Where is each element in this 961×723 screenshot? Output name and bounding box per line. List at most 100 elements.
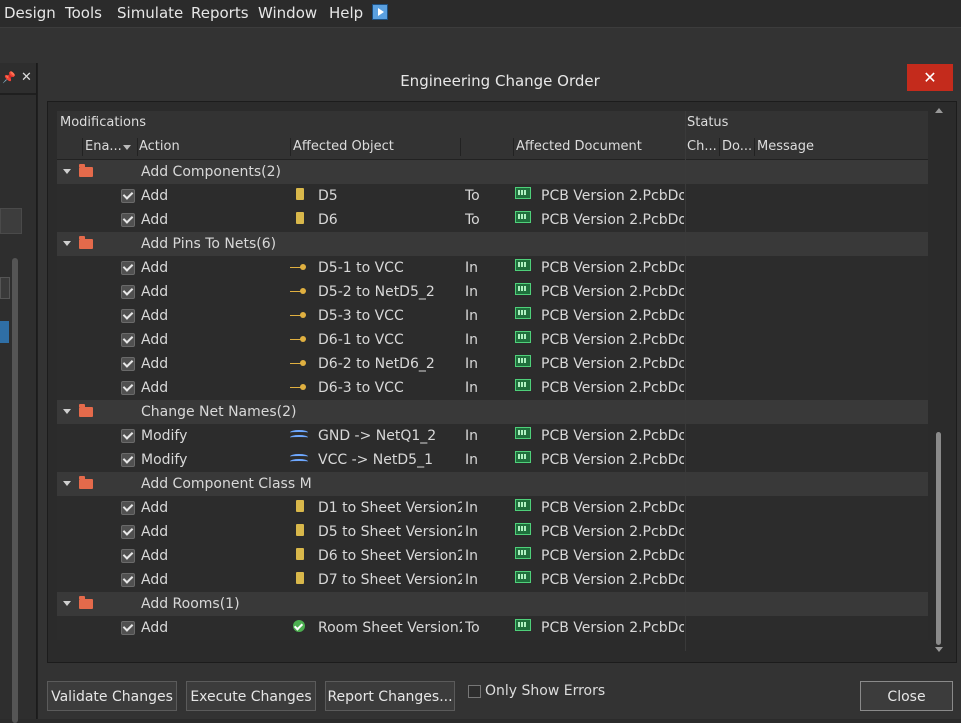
pcb-document-icon bbox=[515, 307, 531, 319]
affected-object-cell: D5-3 to VCC bbox=[318, 308, 404, 324]
pin-icon bbox=[290, 312, 306, 318]
column-separator[interactable] bbox=[460, 138, 461, 156]
close-icon[interactable]: ✕ bbox=[21, 70, 32, 85]
close-button[interactable]: Close bbox=[860, 681, 953, 711]
change-row[interactable]: Add D6-2 to NetD6_2 In PCB Version 2.PcbDoc bbox=[57, 352, 928, 376]
col-header-done[interactable]: Do... bbox=[722, 135, 754, 159]
col-header-affected-object[interactable]: Affected Object bbox=[293, 135, 453, 159]
enable-checkbox[interactable] bbox=[121, 453, 135, 467]
menu-design[interactable]: Design bbox=[4, 4, 56, 22]
column-separator[interactable] bbox=[754, 138, 755, 156]
collapse-triangle-icon[interactable] bbox=[63, 169, 71, 174]
column-separator[interactable] bbox=[137, 138, 138, 156]
panel-scrollbar[interactable] bbox=[12, 258, 18, 723]
change-row[interactable]: Add Room Sheet Version2 (STo PCB Version 2… bbox=[57, 616, 928, 640]
change-row[interactable]: Add D7 to Sheet Version2 In PCB Version 2.P… bbox=[57, 568, 928, 592]
group-row[interactable]: Add Pins To Nets(6) bbox=[57, 232, 928, 256]
change-row[interactable]: Add D5-2 to NetD5_2 In PCB Version 2.PcbDoc bbox=[57, 280, 928, 304]
scroll-down-arrow-icon[interactable] bbox=[935, 647, 943, 652]
change-row[interactable]: Modify VCC -> NetD5_1 In PCB Version 2.PcbD… bbox=[57, 448, 928, 472]
enable-checkbox[interactable] bbox=[121, 261, 135, 275]
sort-chevron-icon[interactable] bbox=[123, 145, 131, 150]
enable-checkbox[interactable] bbox=[121, 549, 135, 563]
panel-button[interactable] bbox=[0, 208, 22, 234]
room-icon bbox=[293, 620, 305, 632]
enable-checkbox[interactable] bbox=[121, 189, 135, 203]
enable-checkbox[interactable] bbox=[121, 621, 135, 635]
enable-checkbox[interactable] bbox=[121, 573, 135, 587]
panel-divider bbox=[0, 93, 36, 95]
pin-icon bbox=[290, 264, 306, 270]
scroll-up-arrow-icon[interactable] bbox=[935, 108, 943, 113]
execute-changes-button[interactable]: Execute Changes bbox=[186, 681, 316, 711]
panel-selected-item[interactable] bbox=[0, 321, 9, 343]
group-label: Add Rooms(1) bbox=[141, 596, 240, 612]
col-header-check[interactable]: Ch... bbox=[687, 135, 719, 159]
enable-checkbox[interactable] bbox=[121, 429, 135, 443]
pcb-document-icon bbox=[515, 259, 531, 271]
vertical-scrollbar[interactable] bbox=[931, 106, 947, 656]
column-separator[interactable] bbox=[719, 138, 720, 156]
column-separator[interactable] bbox=[513, 138, 514, 156]
group-row[interactable]: Add Rooms(1) bbox=[57, 592, 928, 616]
change-row[interactable]: Add D6 To PCB Version 2.PcbDoc bbox=[57, 208, 928, 232]
change-row[interactable]: Add D5-3 to VCC In PCB Version 2.PcbDoc bbox=[57, 304, 928, 328]
change-row[interactable]: Add D6 to Sheet Version2 In PCB Version 2.P… bbox=[57, 544, 928, 568]
validate-changes-button[interactable]: Validate Changes bbox=[47, 681, 177, 711]
column-separator[interactable] bbox=[290, 138, 291, 156]
col-header-action[interactable]: Action bbox=[139, 135, 279, 159]
component-icon bbox=[293, 548, 307, 560]
group-row[interactable]: Add Components(2) bbox=[57, 160, 928, 184]
affected-document-cell: PCB Version 2.PcbDoc bbox=[541, 308, 684, 324]
direction-cell: To bbox=[465, 188, 480, 204]
collapse-triangle-icon[interactable] bbox=[63, 241, 71, 246]
action-cell: Add bbox=[141, 524, 169, 540]
engineering-change-order-dialog: Engineering Change Order ✕ Modifications… bbox=[37, 63, 961, 719]
group-label: Add Components(2) bbox=[141, 164, 281, 180]
enable-checkbox[interactable] bbox=[121, 501, 135, 515]
direction-cell: In bbox=[465, 284, 479, 300]
affected-document-cell: PCB Version 2.PcbDoc bbox=[541, 524, 684, 540]
collapse-triangle-icon[interactable] bbox=[63, 481, 71, 486]
enable-checkbox[interactable] bbox=[121, 357, 135, 371]
folder-icon bbox=[79, 596, 93, 609]
change-row[interactable]: Add D5 to Sheet Version2 In PCB Version 2.P… bbox=[57, 520, 928, 544]
change-row[interactable]: Add D1 to Sheet Version2 In PCB Version 2.P… bbox=[57, 496, 928, 520]
collapse-triangle-icon[interactable] bbox=[63, 409, 71, 414]
change-row[interactable]: Add D5 To PCB Version 2.PcbDoc bbox=[57, 184, 928, 208]
report-changes-button[interactable]: Report Changes... bbox=[325, 681, 455, 711]
column-separator[interactable] bbox=[82, 138, 83, 156]
menu-help[interactable]: Help bbox=[329, 4, 363, 22]
enable-checkbox[interactable] bbox=[121, 213, 135, 227]
dialog-close-button[interactable]: ✕ bbox=[907, 64, 953, 91]
menu-simulate[interactable]: Simulate bbox=[117, 4, 183, 22]
action-cell: Add bbox=[141, 260, 169, 276]
affected-document-cell: PCB Version 2.PcbDoc bbox=[541, 188, 684, 204]
change-row[interactable]: Add D5-1 to VCC In PCB Version 2.PcbDoc bbox=[57, 256, 928, 280]
change-row[interactable]: Modify GND -> NetQ1_2 In PCB Version 2.PcbD… bbox=[57, 424, 928, 448]
direction-cell: In bbox=[465, 524, 479, 540]
component-icon bbox=[293, 188, 307, 200]
enable-checkbox[interactable] bbox=[121, 285, 135, 299]
panel-field[interactable] bbox=[0, 277, 10, 299]
enable-checkbox[interactable] bbox=[121, 525, 135, 539]
pin-icon[interactable]: 📌 bbox=[2, 71, 16, 84]
group-row[interactable]: Change Net Names(2) bbox=[57, 400, 928, 424]
enable-checkbox[interactable] bbox=[121, 333, 135, 347]
collapse-triangle-icon[interactable] bbox=[63, 601, 71, 606]
col-header-affected-document[interactable]: Affected Document bbox=[516, 135, 676, 159]
group-label: Add Pins To Nets(6) bbox=[141, 236, 277, 252]
menu-tools[interactable]: Tools bbox=[65, 4, 102, 22]
change-row[interactable]: Add D6-3 to VCC In PCB Version 2.PcbDoc bbox=[57, 376, 928, 400]
only-show-errors-checkbox[interactable] bbox=[468, 685, 481, 698]
scroll-thumb[interactable] bbox=[936, 432, 941, 645]
pcb-document-icon bbox=[515, 283, 531, 295]
enable-checkbox[interactable] bbox=[121, 309, 135, 323]
col-header-message[interactable]: Message bbox=[757, 135, 917, 159]
menu-reports[interactable]: Reports bbox=[191, 4, 249, 22]
play-icon[interactable] bbox=[372, 4, 388, 20]
change-row[interactable]: Add D6-1 to VCC In PCB Version 2.PcbDoc bbox=[57, 328, 928, 352]
group-row[interactable]: Add Component Class M bbox=[57, 472, 928, 496]
enable-checkbox[interactable] bbox=[121, 381, 135, 395]
menu-window[interactable]: Window bbox=[258, 4, 317, 22]
